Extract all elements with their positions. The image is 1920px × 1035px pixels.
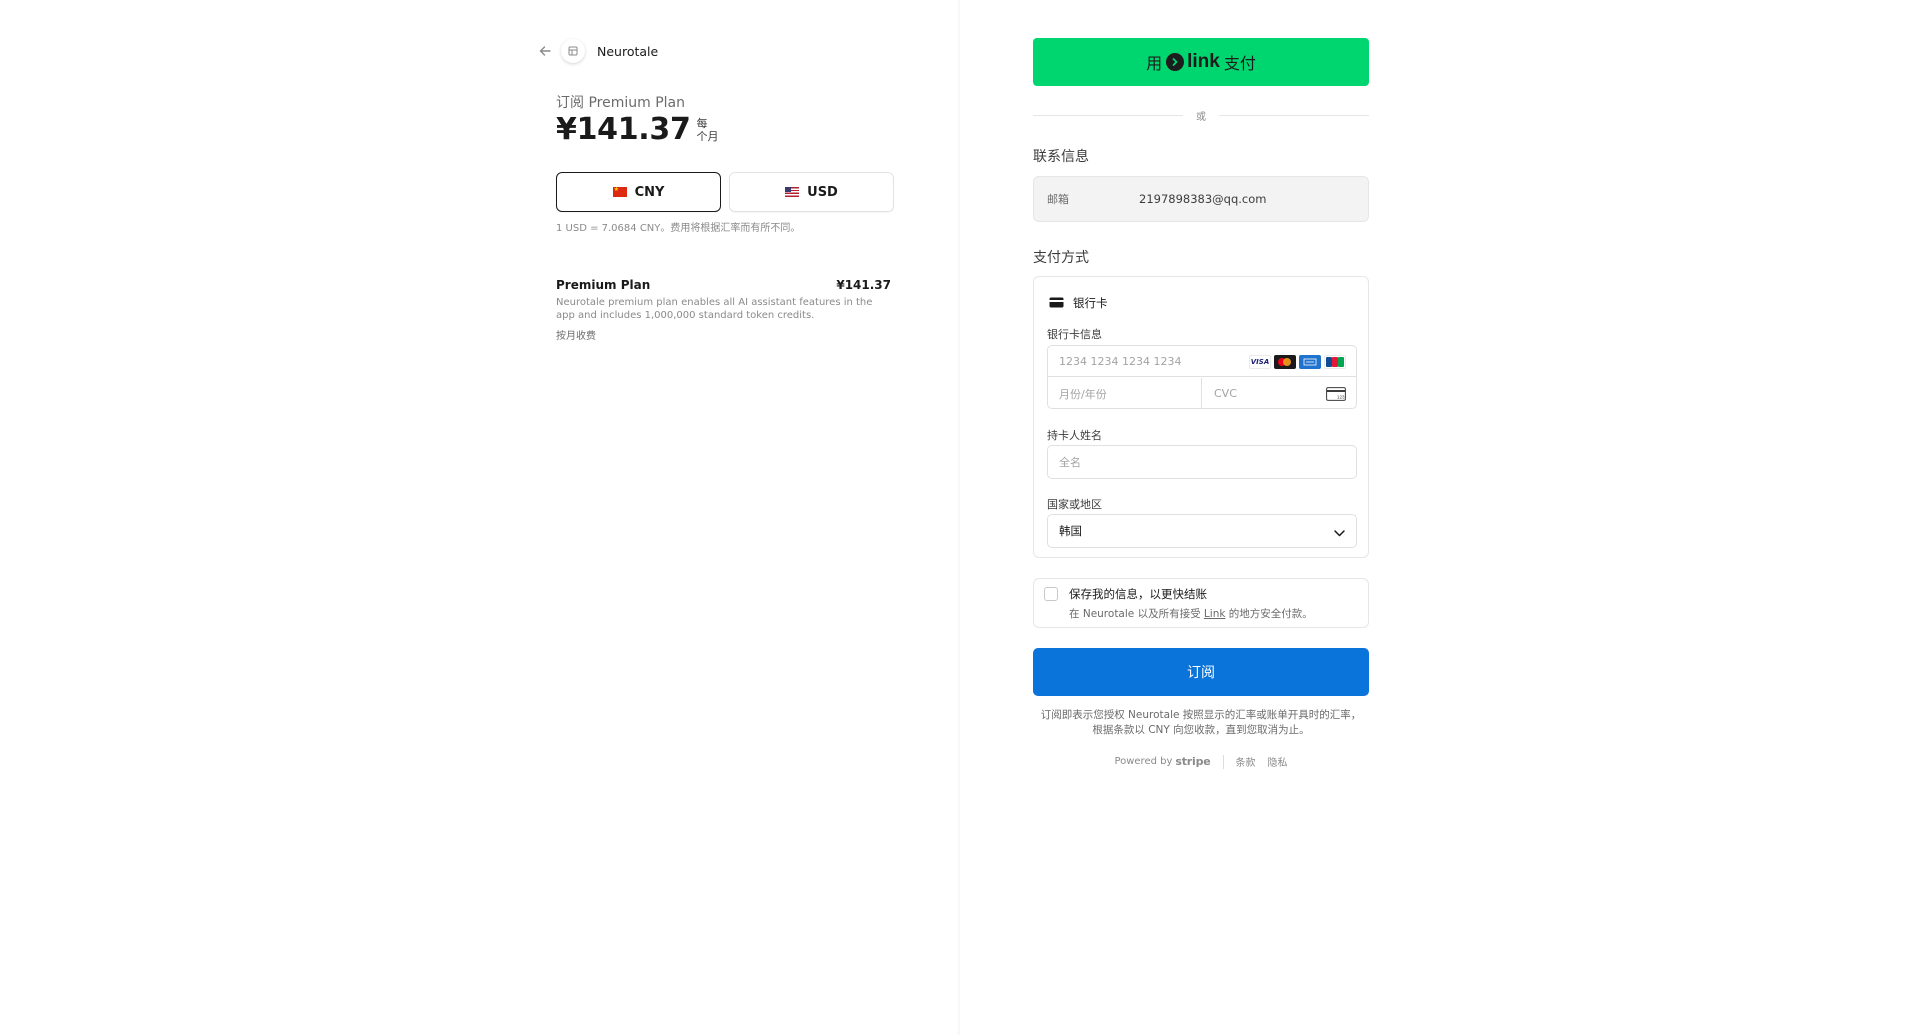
- order-summary-pane: Neurotale 订阅 Premium Plan ¥141.37 每 个月 C…: [0, 0, 960, 1035]
- exchange-rate-note: 1 USD = 7.0684 CNY。费用将根据汇率而有所不同。: [556, 223, 801, 234]
- link-arrow-icon: [1166, 53, 1185, 71]
- merchant-header: Neurotale: [537, 38, 658, 64]
- price-display: ¥141.37 每 个月: [556, 112, 719, 147]
- line-item-billing: 按月收费: [556, 331, 596, 342]
- chevron-down-icon: [1334, 522, 1345, 541]
- card-number-input[interactable]: 1234 1234 1234 1234 VISA: [1048, 346, 1356, 377]
- china-flag-icon: [612, 186, 627, 197]
- cardholder-name-input[interactable]: 全名: [1047, 445, 1357, 479]
- country-label: 国家或地区: [1047, 498, 1102, 511]
- privacy-link[interactable]: 隐私: [1268, 754, 1288, 769]
- back-arrow-icon[interactable]: [537, 43, 553, 59]
- currency-cny-button[interactable]: CNY: [556, 172, 721, 212]
- svg-text:123: 123: [1337, 395, 1345, 400]
- card-payment-panel: 银行卡 银行卡信息 1234 1234 1234 1234 VISA 月份/年份: [1033, 276, 1369, 558]
- mastercard-icon: [1274, 355, 1296, 369]
- terms-link[interactable]: 条款: [1236, 754, 1256, 769]
- payment-method-title: 支付方式: [1033, 250, 1089, 266]
- footer: Powered by stripe 条款 隐私: [1033, 754, 1369, 769]
- line-item-name: Premium Plan: [556, 278, 651, 292]
- card-info-label: 银行卡信息: [1047, 328, 1102, 341]
- card-details-group: 1234 1234 1234 1234 VISA 月份/年份 CVC 123: [1047, 345, 1357, 409]
- billing-period: 每 个月: [696, 116, 719, 143]
- store-icon: [561, 39, 585, 63]
- merchant-name: Neurotale: [597, 43, 659, 59]
- currency-usd-button[interactable]: USD: [729, 172, 894, 212]
- pay-with-link-button[interactable]: 用 link 支付: [1033, 38, 1369, 86]
- save-info-title: 保存我的信息，以更快结账: [1069, 587, 1207, 601]
- email-label: 邮箱: [1047, 193, 1069, 206]
- country-select[interactable]: 韩国: [1047, 514, 1357, 548]
- legal-text: 订阅即表示您授权 Neurotale 按照显示的汇率或账单开具时的汇率，根据条款…: [1040, 709, 1362, 736]
- expiry-input[interactable]: 月份/年份: [1048, 378, 1202, 409]
- cardholder-label: 持卡人姓名: [1047, 429, 1102, 442]
- powered-by-stripe[interactable]: Powered by stripe: [1114, 755, 1210, 768]
- contact-info-title: 联系信息: [1033, 149, 1089, 165]
- footer-divider: [1222, 754, 1224, 769]
- line-item-description: Neurotale premium plan enables all AI as…: [556, 297, 873, 321]
- jcb-icon: [1324, 355, 1346, 369]
- card-brands: VISA: [1249, 355, 1346, 369]
- save-info-box: 保存我的信息，以更快结账 在 Neurotale 以及所有接受 Link 的地方…: [1033, 578, 1369, 628]
- currency-toggle: CNY USD: [556, 172, 894, 212]
- email-value: 2197898383@qq.com: [1139, 192, 1267, 206]
- total-price: ¥141.37: [556, 112, 691, 147]
- cvc-card-icon: 123: [1326, 386, 1346, 405]
- card-method-header: 银行卡: [1049, 293, 1108, 312]
- or-divider: 或: [1033, 108, 1369, 123]
- stripe-logo: stripe: [1175, 755, 1211, 768]
- save-info-checkbox[interactable]: [1044, 587, 1058, 601]
- link-info-link[interactable]: Link: [1204, 608, 1226, 620]
- cvc-input[interactable]: CVC 123: [1203, 378, 1356, 409]
- email-field[interactable]: 邮箱 2197898383@qq.com: [1033, 176, 1369, 222]
- amex-icon: [1299, 355, 1321, 369]
- save-info-subtitle: 在 Neurotale 以及所有接受 Link 的地方安全付款。: [1069, 608, 1313, 620]
- visa-icon: VISA: [1249, 355, 1271, 369]
- line-item: Premium Plan ¥141.37 Neurotale premium p…: [556, 278, 891, 342]
- subscribe-button[interactable]: 订阅: [1033, 648, 1369, 696]
- line-item-price: ¥141.37: [836, 278, 891, 292]
- subscription-label: 订阅 Premium Plan: [556, 95, 685, 111]
- us-flag-icon: [785, 187, 800, 197]
- credit-card-icon: [1049, 293, 1064, 312]
- link-logo: link: [1166, 51, 1220, 73]
